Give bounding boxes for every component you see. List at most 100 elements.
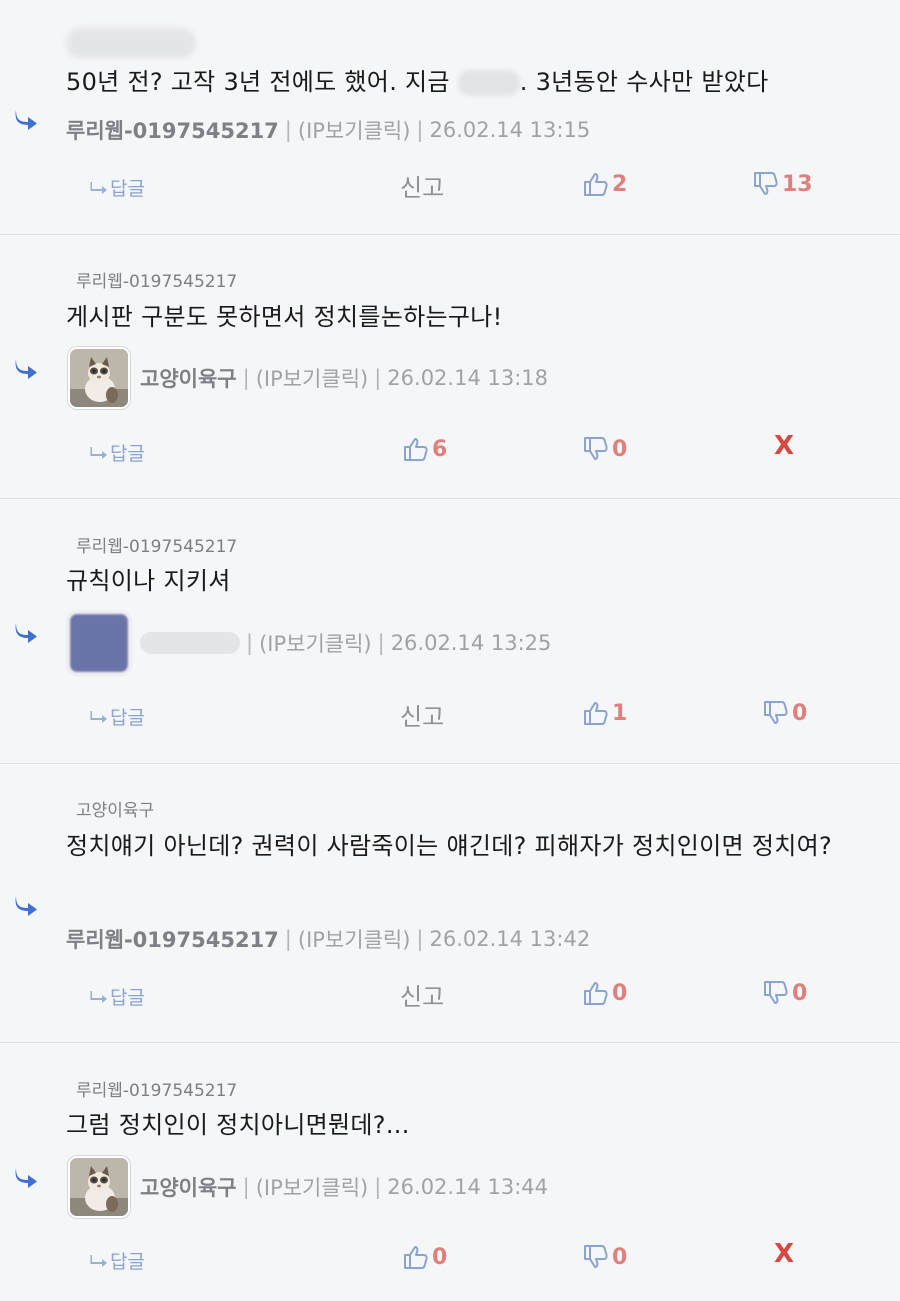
report-button[interactable]: 신고 — [400, 697, 444, 732]
downvote-count: 13 — [782, 171, 813, 197]
censored-text — [457, 70, 520, 96]
small-reply-icon — [90, 181, 108, 195]
reply-button[interactable]: 답글 — [90, 439, 145, 466]
thumbs-up-icon — [582, 171, 608, 197]
comment-item: 고양이육구 정치얘기 아닌데? 권력이 사람죽이는 얘긴데? 피해자가 정치인이… — [0, 764, 900, 1043]
delete-button[interactable]: X — [774, 431, 794, 461]
author-name[interactable] — [140, 632, 240, 654]
upvote-button[interactable]: 0 — [402, 1241, 447, 1273]
divider: | — [416, 118, 424, 142]
downvote-count: 0 — [612, 1244, 628, 1270]
comment-text-part: . 3년동안 수사만 받았다 — [519, 68, 769, 96]
ip-view-link[interactable]: (IP보기클릭) — [256, 363, 369, 393]
thumbs-up-icon — [582, 700, 608, 726]
upvote-count: 2 — [612, 171, 628, 197]
comment-text-part: 50년 전? 고작 3년 전에도 했어. 지금 — [66, 68, 458, 96]
comment-actions: 답글 신고 0 0 — [0, 975, 900, 1015]
small-reply-icon — [90, 446, 108, 460]
downvote-count: 0 — [792, 700, 808, 726]
comment-actions: 답글 0 0 X — [0, 1239, 900, 1279]
upvote-button[interactable]: 6 — [402, 433, 447, 465]
comment-meta: 루리웹-0197545217 | (IP보기클릭) | 26.02.14 13:… — [66, 909, 590, 969]
comment-meta: 고양이육구 | (IP보기클릭) | 26.02.14 13:18 — [68, 347, 549, 409]
comment-item: 50년 전? 고작 3년 전에도 했어. 지금 . 3년동안 수사만 받았다 루… — [0, 0, 900, 235]
divider: | — [242, 1175, 250, 1199]
avatar[interactable] — [68, 1156, 130, 1218]
comment-item: 루리웹-0197545217 규칙이나 지키셔 | (IP보기클릭) | 26.… — [0, 499, 900, 764]
censored-ref — [66, 28, 196, 58]
downvote-button[interactable]: 0 — [762, 977, 807, 1009]
ip-view-link[interactable]: (IP보기클릭) — [259, 628, 372, 658]
small-reply-icon — [90, 990, 108, 1004]
comment-item: 루리웹-0197545217 그럼 정치인이 정치아니면뭔데?... 고양이육구… — [0, 1043, 900, 1301]
reply-to-label: 루리웹-0197545217 — [76, 1081, 238, 1101]
comment-meta: 루리웹-0197545217 | (IP보기클릭) | 26.02.14 13:… — [66, 100, 590, 160]
downvote-button[interactable]: 0 — [582, 433, 627, 465]
ip-view-link[interactable]: (IP보기클릭) — [298, 924, 411, 954]
author-name[interactable]: 고양이육구 — [140, 1172, 237, 1202]
downvote-button[interactable]: 0 — [582, 1241, 627, 1273]
avatar[interactable] — [68, 612, 130, 674]
reply-label: 답글 — [110, 707, 145, 729]
divider: | — [246, 631, 254, 655]
upvote-count: 0 — [612, 980, 628, 1006]
reply-button[interactable]: 답글 — [90, 703, 145, 730]
author-name[interactable]: 루리웹-0197545217 — [66, 924, 279, 954]
comment-actions: 답글 신고 1 0 — [0, 695, 900, 735]
divider: | — [374, 366, 382, 390]
delete-button[interactable]: X — [774, 1239, 794, 1269]
reply-arrow-icon — [12, 894, 40, 916]
thumbs-down-icon — [582, 436, 608, 462]
downvote-count: 0 — [792, 980, 808, 1006]
reply-label: 답글 — [110, 1251, 145, 1273]
report-button[interactable]: 신고 — [400, 977, 444, 1012]
reply-arrow-icon — [12, 357, 40, 379]
thumbs-up-icon — [402, 436, 428, 462]
downvote-count: 0 — [612, 436, 628, 462]
small-reply-icon — [90, 1254, 108, 1268]
comment-date: 26.02.14 13:25 — [390, 631, 552, 655]
report-button[interactable]: 신고 — [400, 168, 444, 203]
avatar[interactable] — [68, 347, 130, 409]
comment-item: 루리웹-0197545217 게시판 구분도 못하면서 정치를논하는구나! 고양… — [0, 235, 900, 499]
reply-button[interactable]: 답글 — [90, 1247, 145, 1274]
comment-text: 50년 전? 고작 3년 전에도 했어. 지금 . 3년동안 수사만 받았다 — [66, 62, 881, 102]
downvote-button[interactable]: 13 — [752, 168, 813, 200]
reply-arrow-icon — [12, 621, 40, 643]
comment-date: 26.02.14 13:18 — [387, 366, 549, 390]
upvote-button[interactable]: 1 — [582, 697, 627, 729]
upvote-count: 1 — [612, 700, 628, 726]
divider: | — [374, 1175, 382, 1199]
divider: | — [377, 631, 385, 655]
author-name[interactable]: 고양이육구 — [140, 363, 237, 393]
comment-text: 그럼 정치인이 정치아니면뭔데?... — [66, 1111, 410, 1139]
upvote-button[interactable]: 2 — [582, 168, 627, 200]
author-name[interactable]: 루리웹-0197545217 — [66, 115, 279, 145]
reply-to-label: 루리웹-0197545217 — [76, 537, 238, 557]
comment-actions: 답글 신고 2 13 — [0, 166, 900, 206]
reply-label: 답글 — [110, 987, 145, 1009]
reply-button[interactable]: 답글 — [90, 983, 145, 1010]
reply-button[interactable]: 답글 — [90, 174, 145, 201]
thumbs-up-icon — [402, 1244, 428, 1270]
comment-text: 게시판 구분도 못하면서 정치를논하는구나! — [66, 303, 503, 331]
thumbs-down-icon — [762, 980, 788, 1006]
upvote-count: 0 — [432, 1244, 448, 1270]
comment-meta: 고양이육구 | (IP보기클릭) | 26.02.14 13:44 — [68, 1156, 548, 1218]
small-reply-icon — [90, 710, 108, 724]
comment-date: 26.02.14 13:42 — [429, 927, 591, 951]
reply-arrow-icon — [12, 108, 40, 130]
upvote-button[interactable]: 0 — [582, 977, 627, 1009]
divider: | — [284, 118, 292, 142]
divider: | — [284, 927, 292, 951]
reply-to-label: 루리웹-0197545217 — [76, 272, 238, 292]
comment-text: 정치얘기 아닌데? 권력이 사람죽이는 얘긴데? 피해자가 정치인이면 정치여? — [66, 832, 833, 860]
ip-view-link[interactable]: (IP보기클릭) — [256, 1172, 369, 1202]
downvote-button[interactable]: 0 — [762, 697, 807, 729]
thumbs-down-icon — [762, 700, 788, 726]
ip-view-link[interactable]: (IP보기클릭) — [298, 115, 411, 145]
comment-actions: 답글 6 0 X — [0, 431, 900, 471]
reply-to-label: 고양이육구 — [76, 801, 155, 821]
reply-arrow-icon — [12, 1166, 40, 1188]
thumbs-up-icon — [582, 980, 608, 1006]
